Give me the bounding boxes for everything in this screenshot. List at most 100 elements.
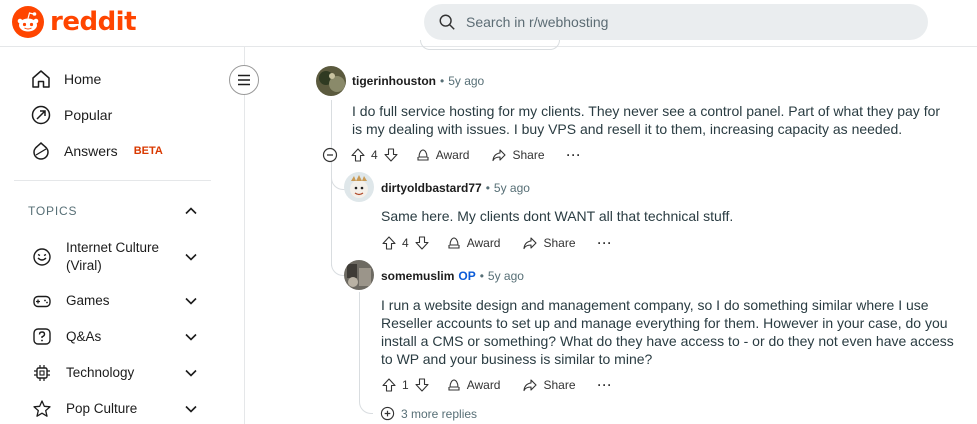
avatar[interactable] — [344, 260, 374, 290]
comment-body: I run a website design and management co… — [381, 297, 954, 367]
search-input[interactable] — [466, 14, 886, 30]
award-label: Award — [435, 148, 470, 162]
comment-actions: 4 Award Share ··· — [381, 235, 613, 251]
avatar[interactable] — [316, 66, 346, 96]
timestamp[interactable]: 5y ago — [494, 181, 530, 195]
topic-label: Internet Culture (Viral) — [66, 240, 160, 273]
sidebar-topic-pop-culture[interactable]: Pop Culture — [32, 399, 198, 419]
vote-count: 4 — [371, 148, 378, 162]
gamepad-icon — [33, 295, 51, 308]
topics-section-toggle[interactable]: TOPICS — [28, 204, 198, 218]
answers-icon — [33, 141, 49, 160]
timestamp[interactable]: 5y ago — [488, 269, 524, 283]
popular-icon — [31, 105, 51, 125]
topic-label: Technology — [66, 365, 135, 380]
sidebar-item-label: Answers — [64, 143, 118, 159]
expand-plus-icon — [380, 406, 395, 421]
sidebar-item-home[interactable]: Home — [30, 68, 101, 90]
share-icon — [523, 379, 538, 392]
chevron-down-icon — [185, 297, 197, 305]
share-icon — [492, 149, 507, 162]
avatar[interactable] — [344, 172, 374, 202]
chip-icon — [34, 365, 50, 381]
award-label: Award — [466, 378, 501, 392]
sidebar-topic-games[interactable]: Games — [32, 291, 198, 311]
topic-label: Games — [66, 293, 110, 308]
award-icon — [417, 149, 429, 161]
comment-actions: 1 Award Share ··· — [381, 377, 613, 393]
reddit-logo[interactable]: reddit — [12, 6, 137, 38]
star-icon — [33, 400, 51, 417]
left-sidebar: Home Popular Answers BETA TOPICS Interne… — [0, 47, 245, 424]
comment-actions: 4 Award Share ··· — [322, 147, 582, 163]
home-icon — [32, 70, 50, 88]
separator: • — [479, 269, 484, 283]
downvote-icon[interactable] — [383, 147, 399, 163]
more-replies-label: 3 more replies — [401, 406, 478, 421]
username-link[interactable]: tigerinhouston — [352, 74, 436, 88]
thread-elbow — [331, 176, 345, 190]
share-button[interactable]: Share — [522, 235, 576, 251]
award-label: Award — [466, 236, 501, 250]
sidebar-divider — [14, 180, 211, 181]
more-options-icon[interactable]: ··· — [598, 236, 613, 250]
search-icon — [439, 14, 455, 30]
vote-count: 4 — [402, 236, 409, 250]
snoo-icon — [12, 6, 44, 38]
sidebar-item-popular[interactable]: Popular — [30, 104, 112, 126]
share-label: Share — [543, 236, 576, 250]
brand-wordmark: reddit — [50, 7, 137, 37]
share-label: Share — [543, 378, 576, 392]
more-options-icon[interactable]: ··· — [598, 378, 613, 392]
timestamp[interactable]: 5y ago — [448, 74, 484, 88]
thread-line — [359, 292, 360, 392]
comment-body: I do full service hosting for my clients… — [352, 103, 941, 137]
more-replies-button[interactable]: 3 more replies — [380, 406, 477, 421]
award-icon — [448, 379, 460, 391]
question-icon — [33, 328, 51, 345]
topics-heading: TOPICS — [28, 204, 78, 218]
award-button[interactable]: Award — [446, 235, 501, 251]
sidebar-item-label: Popular — [64, 107, 113, 123]
username-link[interactable]: somemuslim — [381, 269, 454, 283]
award-button[interactable]: Award — [446, 377, 501, 393]
downvote-icon[interactable] — [414, 235, 430, 251]
downvote-icon[interactable] — [414, 377, 430, 393]
more-options-icon[interactable]: ··· — [567, 148, 582, 162]
hamburger-icon — [238, 74, 250, 86]
username-link[interactable]: dirtyoldbastard77 — [381, 181, 482, 195]
chevron-down-icon — [185, 333, 197, 341]
comment-meta: somemuslim OP • 5y ago — [381, 269, 524, 283]
separator: • — [440, 74, 445, 88]
sidebar-topic-technology[interactable]: Technology — [32, 363, 198, 383]
sidebar-topic-qas[interactable]: Q&As — [32, 327, 198, 347]
sidebar-collapse-button[interactable] — [229, 65, 259, 95]
sidebar-item-label: Home — [64, 71, 102, 87]
comment-meta: tigerinhouston • 5y ago — [352, 74, 484, 88]
upvote-icon[interactable] — [350, 147, 366, 163]
chevron-up-icon — [185, 207, 197, 215]
comment-body: Same here. My clients dont WANT all that… — [381, 208, 734, 224]
comment-meta: dirtyoldbastard77 • 5y ago — [381, 181, 530, 195]
thread-elbow — [331, 262, 345, 276]
sidebar-item-answers[interactable]: Answers BETA — [30, 140, 163, 162]
chevron-down-icon — [185, 405, 197, 413]
share-button[interactable]: Share — [491, 147, 545, 163]
upvote-icon[interactable] — [381, 235, 397, 251]
topic-label: Pop Culture — [66, 401, 138, 416]
share-label: Share — [512, 148, 545, 162]
collapse-icon[interactable] — [322, 147, 338, 163]
previous-comment-edge — [420, 40, 560, 50]
award-icon — [448, 237, 460, 249]
smile-icon — [33, 248, 51, 266]
share-icon — [523, 237, 538, 250]
thread-line — [331, 100, 332, 148]
topic-label: Q&As — [66, 329, 102, 344]
search-bar[interactable] — [424, 4, 928, 40]
sidebar-topic-internet-culture[interactable]: Internet Culture (Viral) — [32, 239, 198, 275]
share-button[interactable]: Share — [522, 377, 576, 393]
award-button[interactable]: Award — [415, 147, 470, 163]
upvote-icon[interactable] — [381, 377, 397, 393]
beta-badge: BETA — [133, 145, 163, 157]
separator: • — [485, 181, 490, 195]
